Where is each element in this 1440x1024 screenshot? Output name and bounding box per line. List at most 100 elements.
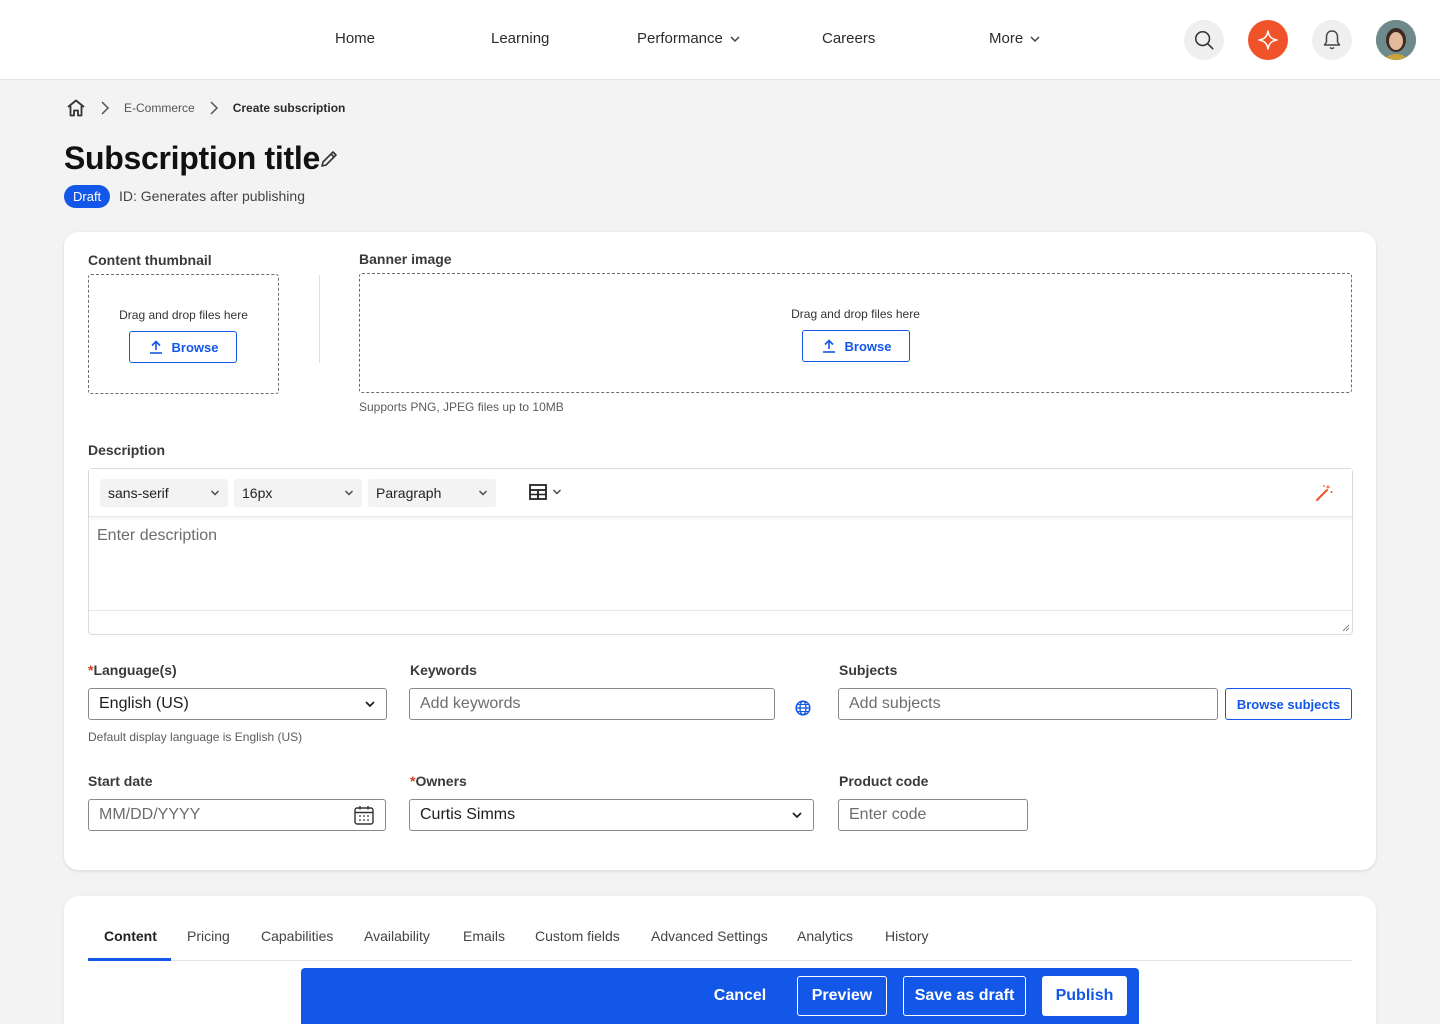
tab-content[interactable]: Content [104, 928, 157, 944]
media-divider [319, 275, 320, 363]
thumbnail-dropzone[interactable]: Drag and drop files here Browse [88, 274, 279, 394]
languages-value: English (US) [99, 695, 189, 712]
block-type-select[interactable]: Paragraph [368, 479, 496, 507]
browse-label: Browse [844, 338, 892, 354]
status-badge: Draft [64, 185, 111, 208]
sparkle-icon [1258, 30, 1278, 50]
banner-label: Banner image [359, 251, 452, 267]
thumbnail-drop-text: Drag and drop files here [119, 308, 248, 322]
upload-icon [822, 339, 835, 353]
upload-icon [149, 340, 162, 354]
languages-select[interactable]: English (US) [88, 688, 387, 720]
block-type-value: Paragraph [376, 485, 442, 501]
nav-careers[interactable]: Careers [822, 30, 875, 47]
chevron-down-icon [365, 701, 375, 708]
chevron-right-icon [100, 101, 110, 115]
languages-hint: Default display language is English (US) [88, 730, 303, 744]
font-family-select[interactable]: sans-serif [100, 479, 228, 507]
breadcrumb-current: Create subscription [232, 101, 346, 115]
banner-drop-text: Drag and drop files here [791, 307, 920, 321]
editor-status-bar [89, 610, 1352, 634]
home-icon[interactable] [66, 99, 86, 117]
start-date-placeholder: MM/DD/YYYY [99, 806, 201, 823]
subjects-label: Subjects [839, 662, 898, 678]
calendar-icon[interactable] [353, 804, 375, 826]
tab-bar: Content Pricing Capabilities Availabilit… [88, 896, 1352, 961]
description-label: Description [88, 442, 166, 458]
user-avatar[interactable] [1376, 20, 1416, 60]
table-icon [529, 484, 547, 500]
chevron-down-icon [479, 490, 487, 496]
notifications-button[interactable] [1312, 20, 1352, 60]
search-icon [1194, 30, 1214, 50]
description-editor: sans-serif 16px Paragraph Enter descript… [88, 468, 1353, 635]
tab-emails[interactable]: Emails [463, 928, 505, 944]
tab-custom-fields[interactable]: Custom fields [535, 928, 620, 944]
chevron-right-icon [209, 101, 219, 115]
table-insert-button[interactable] [529, 484, 562, 500]
tab-advanced-settings[interactable]: Advanced Settings [651, 928, 768, 944]
save-draft-button[interactable]: Save as draft [903, 976, 1026, 1016]
pencil-icon[interactable] [318, 148, 340, 170]
chevron-down-icon [211, 490, 219, 496]
page-title: Subscription title [64, 140, 320, 176]
chevron-down-icon [730, 35, 740, 42]
owners-label: *Owners [410, 773, 467, 789]
banner-dropzone[interactable]: Drag and drop files here Browse [359, 273, 1352, 393]
chevron-down-icon [345, 490, 353, 496]
chevron-down-icon [1030, 35, 1040, 42]
browse-label: Browse [171, 339, 219, 355]
browse-subjects-button[interactable]: Browse subjects [1225, 688, 1352, 720]
owners-select[interactable]: Curtis Simms [409, 799, 814, 831]
details-card: Content thumbnail Drag and drop files he… [64, 232, 1376, 870]
product-code-label: Product code [839, 773, 929, 789]
banner-browse-button[interactable]: Browse [802, 330, 910, 362]
action-bar: Cancel Preview Save as draft Publish [301, 968, 1139, 1024]
keywords-label: Keywords [410, 662, 477, 678]
description-placeholder[interactable]: Enter description [97, 527, 217, 545]
breadcrumb-ecommerce[interactable]: E-Commerce [124, 101, 195, 115]
font-family-value: sans-serif [108, 485, 169, 501]
tab-capabilities[interactable]: Capabilities [261, 928, 333, 944]
resize-handle-icon[interactable] [1342, 624, 1350, 632]
globe-icon[interactable] [795, 700, 811, 716]
breadcrumb: E-Commerce Create subscription [66, 98, 345, 118]
nav-home-label: Home [335, 30, 376, 47]
active-tab-indicator [88, 958, 171, 961]
tab-analytics[interactable]: Analytics [797, 928, 853, 944]
languages-label-text: Language(s) [93, 662, 177, 678]
owners-label-text: Owners [415, 773, 467, 789]
ai-assistant-button[interactable] [1248, 20, 1288, 60]
thumbnail-label: Content thumbnail [88, 252, 212, 268]
chevron-down-icon [792, 812, 802, 819]
search-button[interactable] [1184, 20, 1224, 60]
nav-learning-label: Learning [491, 30, 550, 47]
nav-learning[interactable]: Learning [491, 30, 549, 47]
nav-more[interactable]: More [989, 30, 1041, 47]
subjects-input[interactable]: Add subjects [838, 688, 1218, 720]
preview-button[interactable]: Preview [797, 976, 887, 1016]
keywords-input[interactable]: Add keywords [409, 688, 775, 720]
start-date-input[interactable]: MM/DD/YYYY [88, 799, 386, 831]
tab-availability[interactable]: Availability [364, 928, 430, 944]
magic-wand-icon[interactable] [1314, 483, 1334, 503]
product-code-input[interactable]: Enter code [838, 799, 1028, 831]
bell-icon [1323, 30, 1341, 50]
banner-support-hint: Supports PNG, JPEG files up to 10MB [359, 400, 564, 414]
top-navigation-bar: Home Learning Performance Careers More [0, 0, 1440, 80]
publish-button[interactable]: Publish [1042, 976, 1127, 1016]
font-size-value: 16px [242, 485, 273, 501]
nav-performance[interactable]: Performance [637, 30, 741, 47]
nav-more-label: More [989, 30, 1024, 47]
cancel-button[interactable]: Cancel [707, 976, 773, 1016]
thumbnail-browse-button[interactable]: Browse [129, 331, 237, 363]
nav-performance-label: Performance [637, 30, 723, 47]
nav-home[interactable]: Home [335, 30, 375, 47]
chevron-down-icon [553, 489, 561, 495]
languages-label: *Language(s) [88, 662, 177, 678]
font-size-select[interactable]: 16px [234, 479, 362, 507]
content-id-text: ID: Generates after publishing [119, 188, 305, 204]
editor-toolbar: sans-serif 16px Paragraph [89, 469, 1352, 517]
tab-pricing[interactable]: Pricing [187, 928, 230, 944]
tab-history[interactable]: History [885, 928, 929, 944]
